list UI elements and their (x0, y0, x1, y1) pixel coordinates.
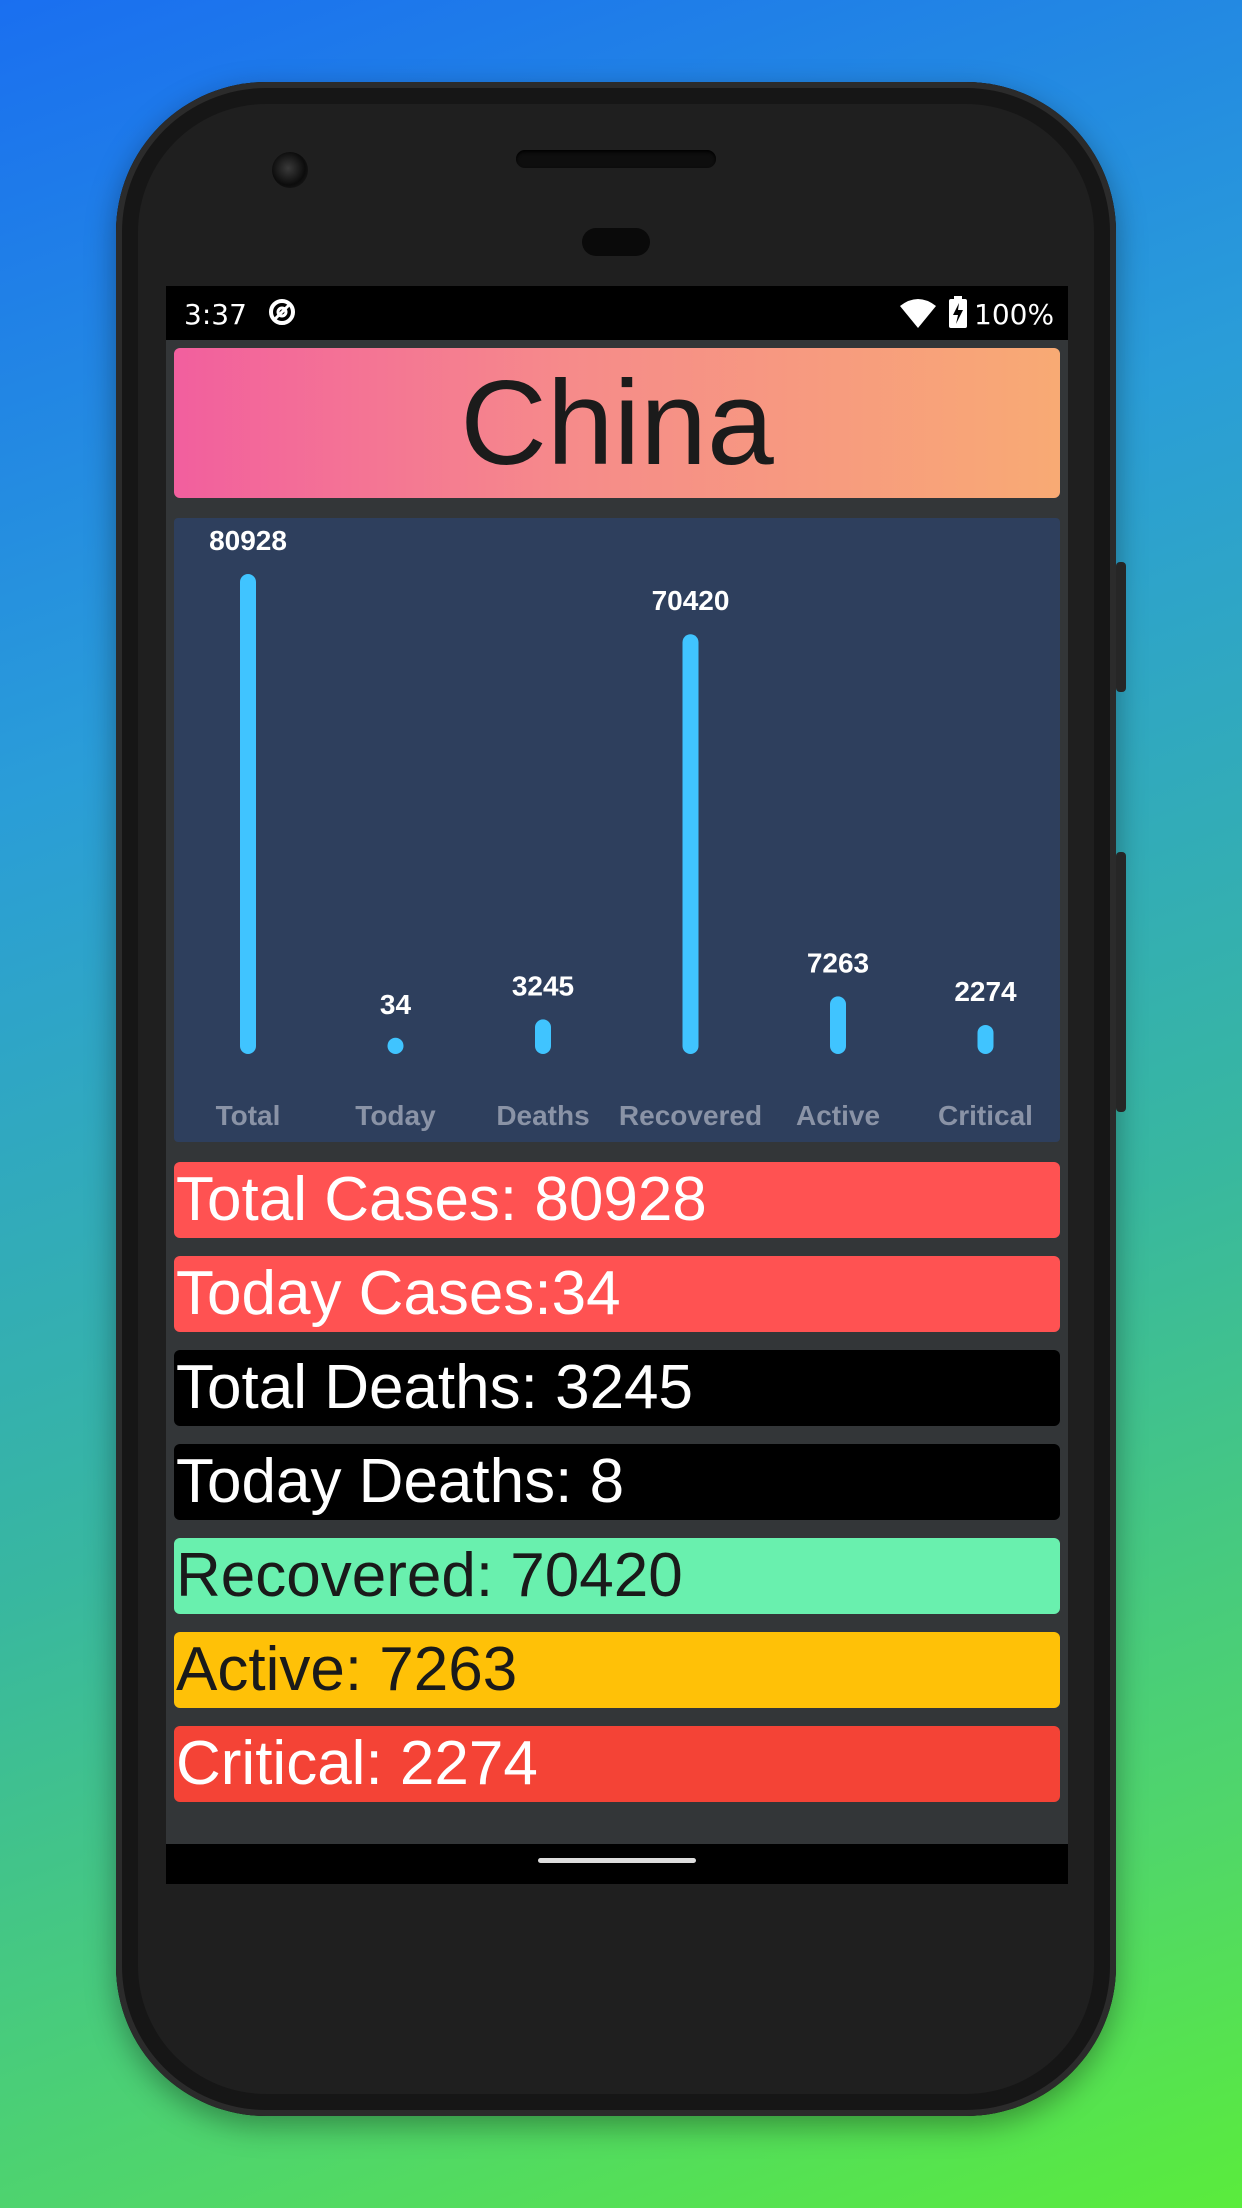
chart-bar-today (387, 1037, 404, 1054)
chart-category-label: Recovered (619, 1100, 762, 1131)
chart-value-label: 80928 (209, 525, 287, 556)
volume-button (1116, 852, 1126, 1112)
chart-category-label: Active (796, 1100, 880, 1131)
chart-bar-deaths (535, 1019, 551, 1054)
chart-bar-critical (977, 1024, 994, 1054)
chart-category-label: Critical (938, 1100, 1033, 1131)
battery-percent: 100% (974, 298, 1055, 331)
app-content: China 80928 Total 34 Today 3245 Deaths 70420 Re… (166, 340, 1068, 1844)
chart-category-label: Deaths (496, 1100, 589, 1131)
status-bar: 3:37 100% (166, 286, 1068, 340)
stat-row: Recovered: 70420 (174, 1538, 1060, 1614)
chart-value-label: 70420 (652, 585, 730, 616)
chart-category-label: Total (216, 1100, 281, 1131)
country-title: China (174, 348, 1060, 498)
chart-value-label: 2274 (954, 976, 1017, 1007)
data-saver-icon (269, 299, 295, 325)
chart-bar-active (830, 996, 846, 1054)
status-time: 3:37 (184, 298, 247, 331)
stats-bar-chart: 80928 Total 34 Today 3245 Deaths 70420 Recovere… (174, 518, 1060, 1142)
stat-row: Today Cases:34 (174, 1256, 1060, 1332)
chart-value-label: 34 (380, 989, 412, 1020)
chart-bar-total (240, 574, 256, 1054)
earpiece-speaker (516, 150, 716, 168)
stat-row: Today Deaths: 8 (174, 1444, 1060, 1520)
screen: 3:37 100% China 80928 Total 34 Today 3245 Dea… (166, 286, 1068, 1884)
stat-row: Total Cases: 80928 (174, 1162, 1060, 1238)
phone-frame: 3:37 100% China 80928 Total 34 Today 3245 Dea… (116, 82, 1126, 2116)
chart-canvas: 80928 Total 34 Today 3245 Deaths 70420 Recovere… (209, 525, 1033, 1131)
chart-bar-recovered (682, 634, 699, 1054)
battery-charging-icon (949, 296, 967, 328)
home-gesture-pill[interactable] (538, 1858, 696, 1863)
power-button (1116, 562, 1126, 692)
chart-value-label: 3245 (512, 970, 574, 1001)
chart-value-label: 7263 (807, 947, 869, 978)
stat-row: Active: 7263 (174, 1632, 1060, 1708)
proximity-sensor (582, 228, 650, 256)
chart-category-label: Today (355, 1100, 436, 1131)
stat-row: Critical: 2274 (174, 1726, 1060, 1802)
navigation-bar (166, 1844, 1068, 1884)
stat-row: Total Deaths: 3245 (174, 1350, 1060, 1426)
wifi-icon (900, 299, 936, 328)
front-camera (272, 152, 308, 188)
